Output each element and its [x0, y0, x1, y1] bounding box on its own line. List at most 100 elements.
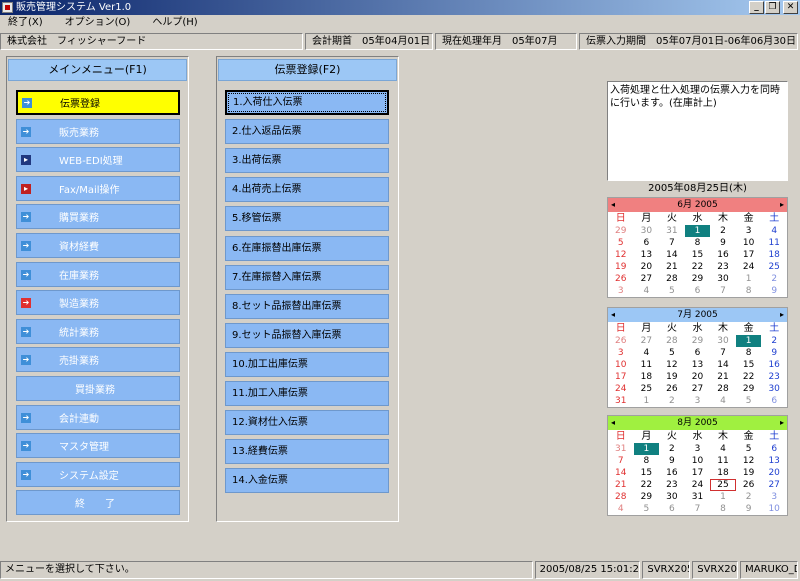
calendar-day[interactable]: 7	[710, 347, 736, 359]
calendar-day[interactable]: 16	[659, 467, 685, 479]
slip-menu-item[interactable]: 10.加工出庫伝票	[225, 352, 389, 377]
calendar-day[interactable]: 18	[761, 249, 787, 261]
calendar-day[interactable]: 1	[684, 225, 711, 237]
calendar-day[interactable]: 15	[634, 467, 660, 479]
main-menu-item[interactable]: ➔ 購買業務	[16, 204, 180, 229]
slip-menu-item[interactable]: 1.入荷仕入伝票	[225, 90, 389, 115]
calendar-day[interactable]: 2	[710, 225, 736, 237]
calendar-day[interactable]: 24	[608, 383, 634, 395]
calendar-day[interactable]: 10	[736, 237, 762, 249]
calendar-day[interactable]: 21	[608, 479, 634, 491]
calendar-day[interactable]: 2	[736, 491, 762, 503]
calendar-day[interactable]: 15	[685, 249, 711, 261]
prev-month-arrow-icon[interactable]: ◂	[611, 416, 615, 430]
calendar-day[interactable]: 4	[634, 347, 660, 359]
calendar-day[interactable]: 13	[685, 359, 711, 371]
calendar-day[interactable]: 1	[736, 273, 762, 285]
calendar-day[interactable]: 30	[634, 225, 660, 237]
calendar-day[interactable]: 27	[685, 383, 711, 395]
calendar-day[interactable]: 2	[659, 395, 685, 407]
calendar-day[interactable]: 17	[608, 371, 634, 383]
menu-options[interactable]: オプション(O)	[65, 15, 131, 31]
calendar-day[interactable]: 25	[761, 261, 787, 273]
close-button[interactable]: ✕	[783, 1, 798, 14]
calendar-day[interactable]: 31	[659, 225, 685, 237]
calendar-day[interactable]: 3	[685, 443, 711, 455]
next-month-arrow-icon[interactable]: ▸	[780, 198, 784, 212]
slip-menu-item[interactable]: 8.セット品振替出庫伝票	[225, 294, 389, 319]
calendar-day[interactable]: 16	[710, 249, 736, 261]
calendar-day[interactable]: 25	[710, 479, 736, 491]
calendar-day[interactable]: 29	[685, 335, 711, 347]
slip-menu-item[interactable]: 9.セット品振替入庫伝票	[225, 323, 389, 348]
calendar-day[interactable]: 19	[608, 261, 634, 273]
main-menu-item[interactable]: ➔ 統計業務	[16, 319, 180, 344]
calendar-day[interactable]: 5	[736, 395, 762, 407]
calendar-day[interactable]: 28	[608, 491, 634, 503]
main-menu-item[interactable]: ➔ 在庫業務	[16, 262, 180, 287]
prev-month-arrow-icon[interactable]: ◂	[611, 308, 615, 322]
calendar-day[interactable]: 12	[736, 455, 762, 467]
slip-menu-item[interactable]: 3.出荷伝票	[225, 148, 389, 173]
calendar-day[interactable]: 17	[685, 467, 711, 479]
calendar-day[interactable]: 22	[634, 479, 660, 491]
main-menu-item[interactable]: ➔ 会計連動	[16, 405, 180, 430]
calendar-day[interactable]: 6	[685, 285, 711, 297]
calendar-day[interactable]: 11	[710, 455, 736, 467]
calendar-day[interactable]: 14	[710, 359, 736, 371]
calendar-day[interactable]: 17	[736, 249, 762, 261]
calendar-day[interactable]: 6	[761, 443, 787, 455]
main-menu-item[interactable]: ➔ マスタ管理	[16, 433, 180, 458]
calendar-day[interactable]: 19	[736, 467, 762, 479]
calendar-day[interactable]: 27	[761, 479, 787, 491]
calendar-day[interactable]: 8	[710, 503, 736, 515]
calendar-day[interactable]: 24	[736, 261, 762, 273]
prev-month-arrow-icon[interactable]: ◂	[611, 198, 615, 212]
calendar-day[interactable]: 22	[736, 371, 762, 383]
calendar-day[interactable]: 23	[761, 371, 787, 383]
minimize-button[interactable]: _	[749, 1, 764, 14]
calendar-day[interactable]: 7	[659, 237, 685, 249]
menu-exit[interactable]: 終了(X)	[8, 15, 43, 31]
calendar-day[interactable]: 11	[634, 359, 660, 371]
calendar-day[interactable]: 3	[736, 225, 762, 237]
main-menu-item[interactable]: ➔ 資材経費	[16, 233, 180, 258]
main-menu-item[interactable]: 終 了	[16, 490, 180, 515]
calendar-day[interactable]: 23	[659, 479, 685, 491]
calendar-day[interactable]: 6	[761, 395, 787, 407]
calendar-day[interactable]: 11	[761, 237, 787, 249]
calendar-day[interactable]: 18	[710, 467, 736, 479]
calendar-day[interactable]: 22	[685, 261, 711, 273]
calendar-day[interactable]: 9	[659, 455, 685, 467]
calendar-day[interactable]: 4	[761, 225, 787, 237]
calendar-day[interactable]: 30	[710, 273, 736, 285]
calendar-day[interactable]: 20	[685, 371, 711, 383]
calendar-day[interactable]: 20	[634, 261, 660, 273]
calendar-day[interactable]: 26	[608, 273, 634, 285]
calendar-day[interactable]: 9	[710, 237, 736, 249]
calendar-day[interactable]: 29	[608, 225, 634, 237]
calendar-day[interactable]: 29	[634, 491, 660, 503]
main-menu-item[interactable]: ▸ WEB-EDI処理	[16, 147, 180, 172]
slip-menu-item[interactable]: 5.移管伝票	[225, 206, 389, 231]
calendar-day[interactable]: 26	[736, 479, 762, 491]
calendar-day[interactable]: 5	[634, 503, 660, 515]
calendar-day[interactable]: 28	[710, 383, 736, 395]
calendar-day[interactable]: 29	[685, 273, 711, 285]
calendar-day[interactable]: 28	[659, 335, 685, 347]
calendar-day[interactable]: 2	[761, 335, 787, 347]
calendar-day[interactable]: 10	[685, 455, 711, 467]
calendar-day[interactable]: 18	[634, 371, 660, 383]
main-menu-item[interactable]: 買掛業務	[16, 376, 180, 401]
calendar-day[interactable]: 26	[659, 383, 685, 395]
calendar-day[interactable]: 3	[608, 285, 634, 297]
calendar-day[interactable]: 16	[761, 359, 787, 371]
calendar-day[interactable]: 14	[608, 467, 634, 479]
calendar-day[interactable]: 20	[761, 467, 787, 479]
calendar-day[interactable]: 27	[634, 273, 660, 285]
calendar-day[interactable]: 31	[608, 395, 634, 407]
calendar-day[interactable]: 12	[659, 359, 685, 371]
calendar-day[interactable]: 10	[608, 359, 634, 371]
calendar-day[interactable]: 21	[710, 371, 736, 383]
slip-menu-item[interactable]: 7.在庫振替入庫伝票	[225, 265, 389, 290]
